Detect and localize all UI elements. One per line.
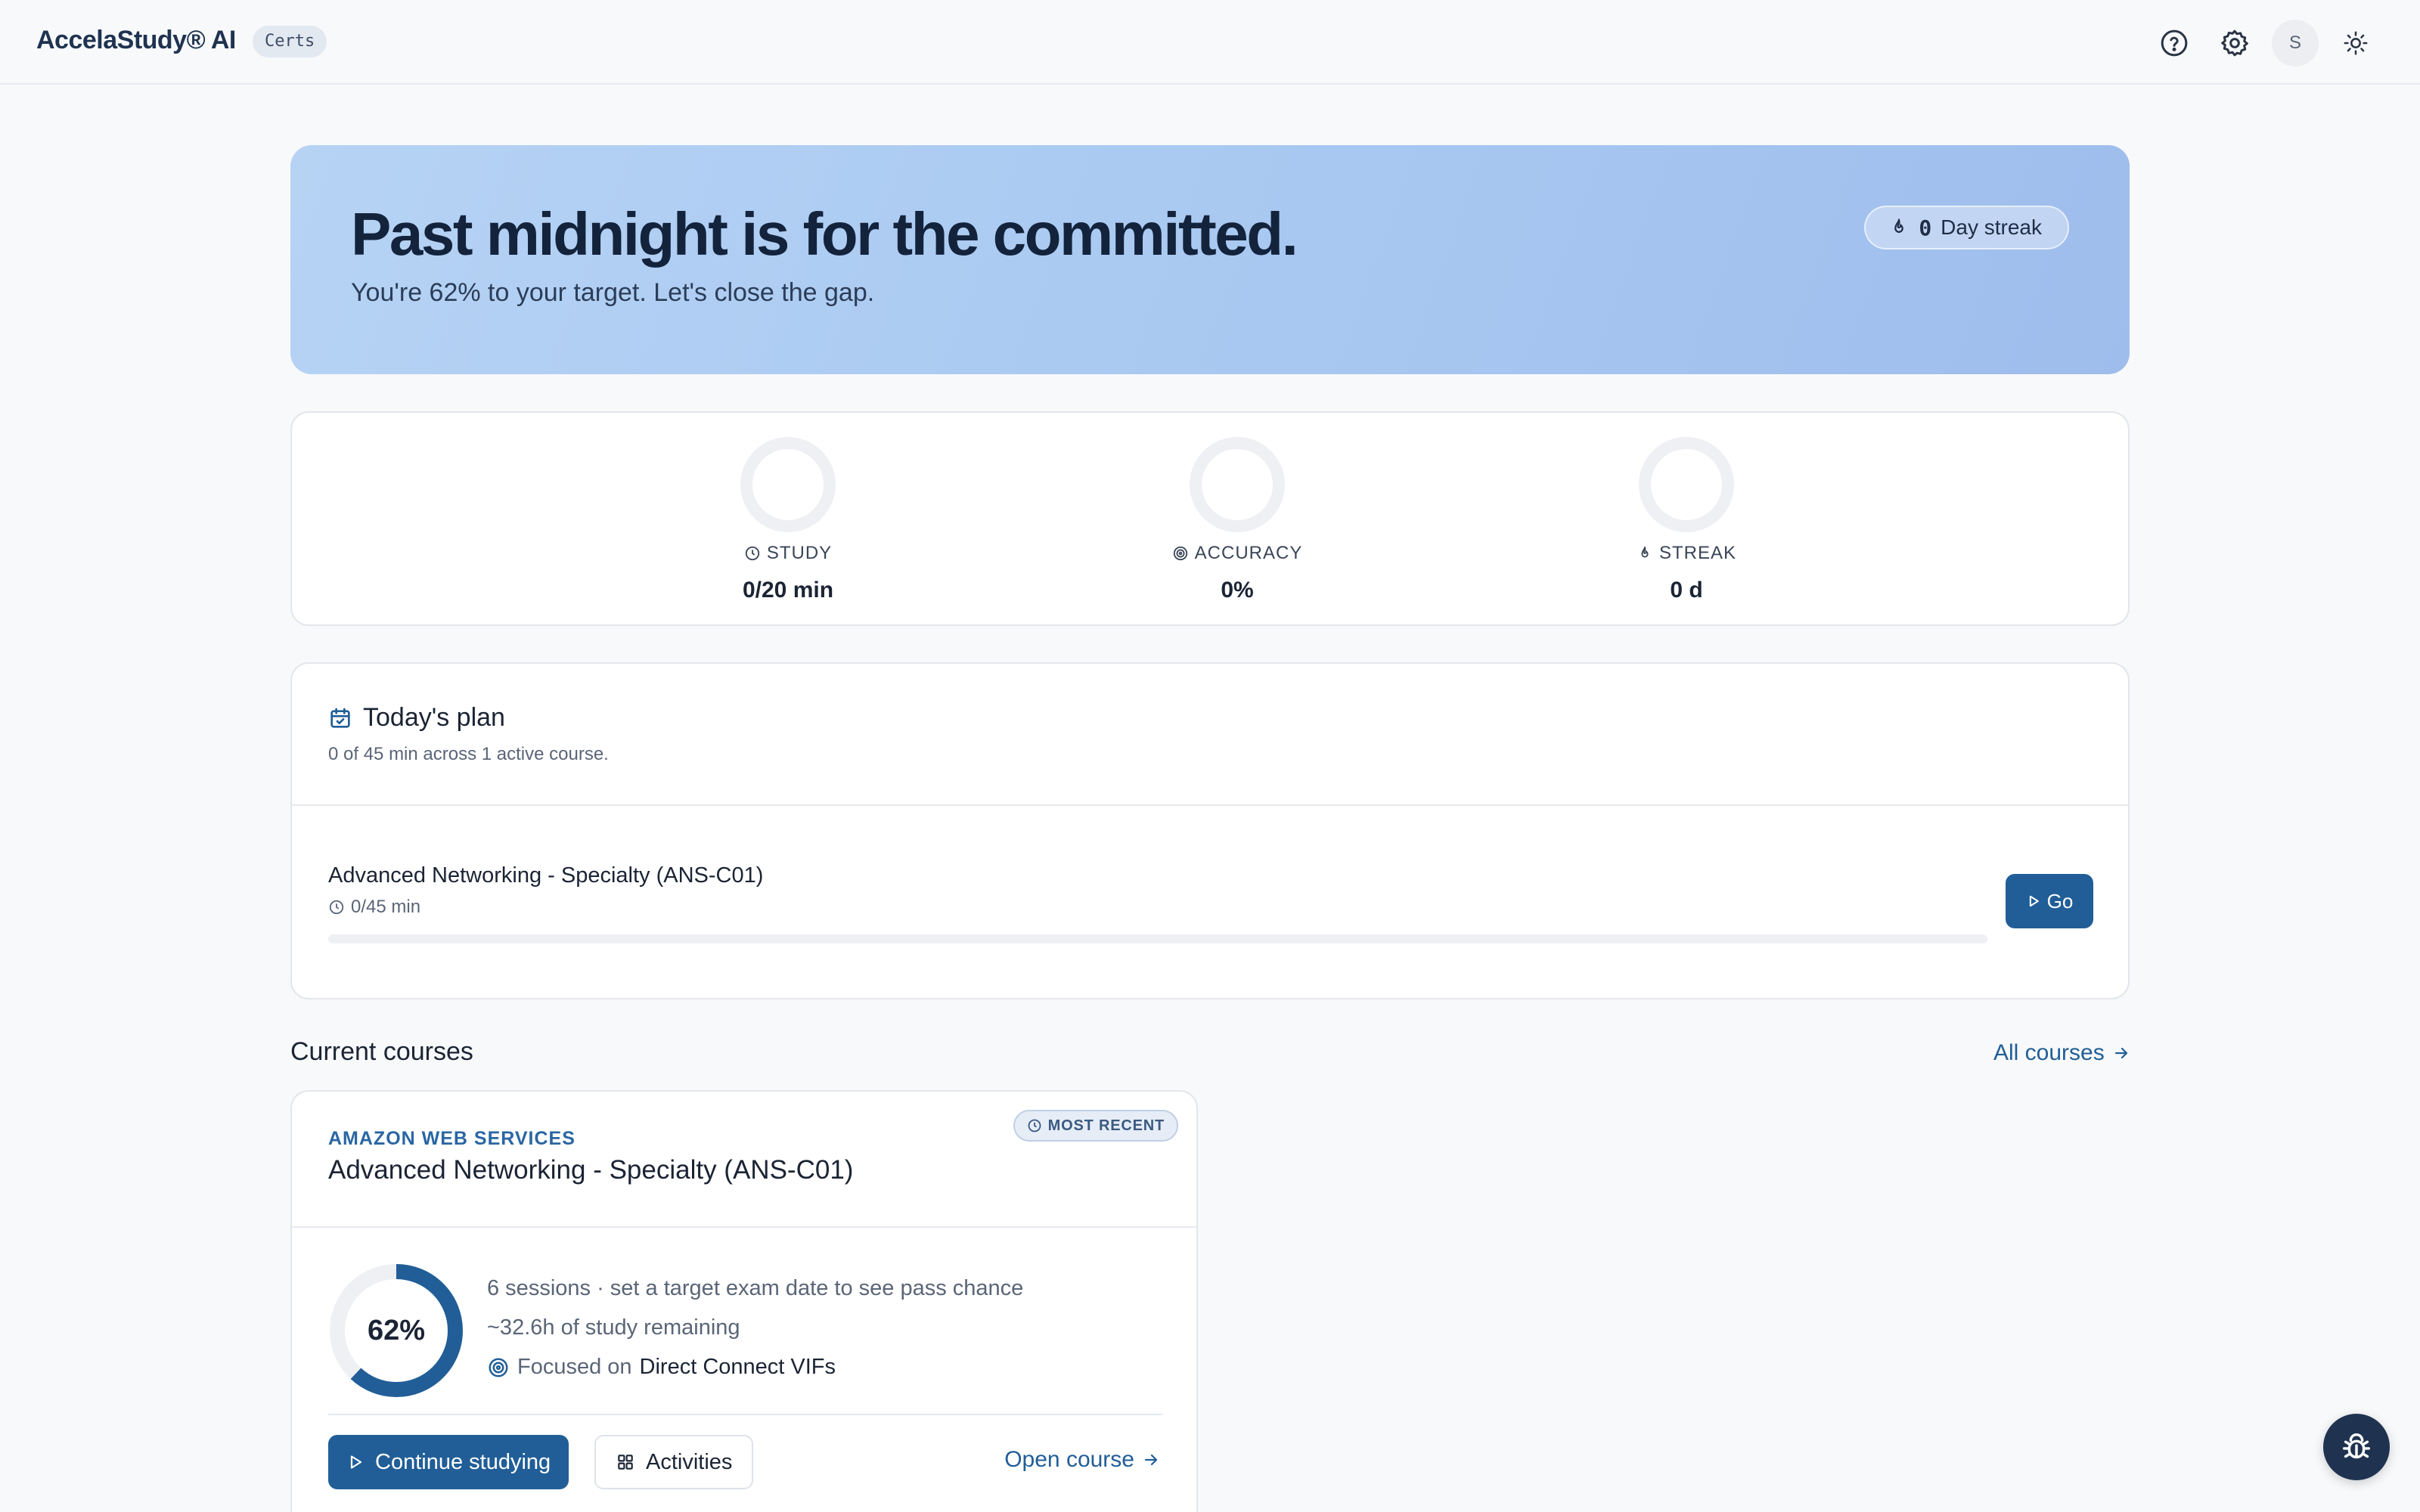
divider xyxy=(328,1414,1163,1415)
arrow-right-icon xyxy=(1144,1454,1158,1466)
accuracy-value: 0% xyxy=(1221,578,1254,603)
plan-time-value: 0/45 min xyxy=(351,897,421,917)
plan-course-time: 0/45 min xyxy=(328,897,420,918)
hero-title: Past midnight is for the committed. xyxy=(351,200,1298,268)
course-provider: AMAZON WEB SERVICES xyxy=(328,1128,576,1149)
sun-icon xyxy=(2344,31,2368,55)
course-remaining-info: ~32.6h of study remaining xyxy=(487,1315,740,1340)
help-circle-icon xyxy=(2161,29,2188,57)
focus-prefix: Focused on xyxy=(517,1355,632,1379)
target-icon xyxy=(1173,546,1187,561)
accuracy-progress-ring xyxy=(1190,437,1285,532)
plan-title: Today's plan xyxy=(363,703,505,732)
study-progress-ring xyxy=(740,437,836,532)
gear-icon xyxy=(2221,29,2248,57)
day-streak-badge: 0 Day streak xyxy=(1864,206,2069,249)
most-recent-label: MOST RECENT xyxy=(1047,1117,1165,1134)
course-focus-info: Focused on Direct Connect VIFs xyxy=(487,1355,836,1380)
open-course-link[interactable]: Open course xyxy=(1004,1447,1160,1473)
accuracy-stat: ACCURACY 0% xyxy=(1124,435,1351,603)
course-sessions-info: 6 sessions · set a target exam date to s… xyxy=(487,1276,1024,1300)
study-value: 0/20 min xyxy=(742,578,834,603)
target-icon xyxy=(489,1358,508,1377)
todays-plan-card: Today's plan 0 of 45 min across 1 active… xyxy=(290,662,2130,999)
plan-progress-bar xyxy=(328,934,1987,943)
daily-stats-card: STUDY 0/20 min ACCURACY 0% STREAK 0 d xyxy=(290,411,2130,626)
plan-course-name[interactable]: Advanced Networking - Specialty (ANS-C01… xyxy=(328,863,763,888)
current-courses-heading: Current courses xyxy=(290,1037,473,1066)
help-button[interactable] xyxy=(2151,20,2198,67)
focus-topic: Direct Connect VIFs xyxy=(639,1355,836,1379)
arrow-right-icon xyxy=(2114,1047,2127,1059)
clock-icon xyxy=(1028,1119,1041,1132)
clock-icon xyxy=(745,546,759,561)
plan-heading: Today's plan xyxy=(328,703,505,733)
settings-button[interactable] xyxy=(2211,20,2258,67)
streak-stat-value: 0 d xyxy=(1670,578,1703,603)
divider xyxy=(292,1226,1196,1228)
certs-badge: Certs xyxy=(253,26,327,57)
grid-icon xyxy=(618,1455,633,1470)
greeting-hero: Past midnight is for the committed. You'… xyxy=(290,145,2130,374)
accuracy-label: ACCURACY xyxy=(1194,543,1303,563)
clock-icon xyxy=(329,900,344,915)
all-courses-link[interactable]: All courses xyxy=(1993,1040,2130,1066)
avatar[interactable]: S xyxy=(2272,20,2319,67)
study-label: STUDY xyxy=(766,543,833,563)
plan-subtitle: 0 of 45 min across 1 active course. xyxy=(328,744,609,764)
theme-toggle-button[interactable] xyxy=(2332,20,2379,67)
top-bar: AccelaStudy® AI Certs S xyxy=(0,0,2420,85)
activities-label: Activities xyxy=(646,1449,733,1474)
open-course-label: Open course xyxy=(1004,1447,1134,1472)
all-courses-label: All courses xyxy=(1993,1040,2105,1065)
flame-icon xyxy=(1641,546,1649,558)
play-icon xyxy=(2029,895,2039,907)
course-card: MOST RECENT AMAZON WEB SERVICES Advanced… xyxy=(290,1090,1198,1512)
study-stat: STUDY 0/20 min xyxy=(675,435,901,603)
hero-subtitle: You're 62% to your target. Let's close t… xyxy=(351,278,875,307)
bug-report-button[interactable] xyxy=(2323,1414,2390,1480)
streak-progress-ring xyxy=(1639,437,1734,532)
play-icon xyxy=(350,1455,362,1469)
continue-studying-button[interactable]: Continue studying xyxy=(328,1435,569,1489)
calendar-check-icon xyxy=(330,708,350,728)
divider xyxy=(292,804,2128,806)
course-progress-value: 62% xyxy=(367,1314,426,1346)
most-recent-badge: MOST RECENT xyxy=(1013,1110,1178,1142)
go-label: Go xyxy=(2046,889,2074,912)
go-button[interactable]: Go xyxy=(2006,874,2093,928)
app-logo[interactable]: AccelaStudy® AI xyxy=(36,26,236,55)
streak-stat: STREAK 0 d xyxy=(1573,435,1800,603)
activities-button[interactable]: Activities xyxy=(594,1435,754,1489)
streak-label: Day streak xyxy=(1941,215,2042,239)
streak-stat-label: STREAK xyxy=(1658,543,1737,563)
bug-icon xyxy=(2342,1433,2371,1459)
flame-icon xyxy=(1894,218,1904,233)
continue-studying-label: Continue studying xyxy=(375,1449,551,1474)
course-title[interactable]: Advanced Networking - Specialty (ANS-C01… xyxy=(328,1155,853,1185)
streak-count: 0 xyxy=(1919,215,1932,240)
